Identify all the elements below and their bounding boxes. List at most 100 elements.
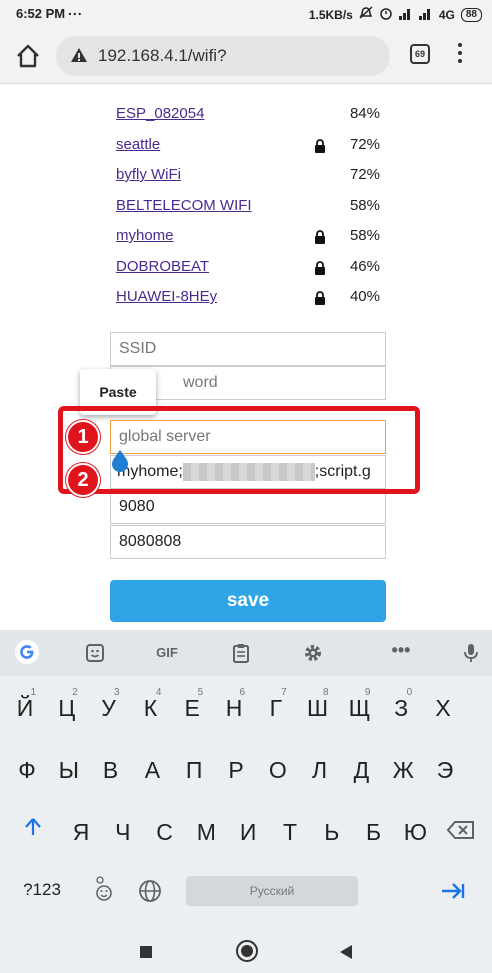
- home-nav-icon[interactable]: [236, 940, 258, 962]
- key-hint: 1: [30, 687, 36, 698]
- key[interactable]: В: [92, 746, 130, 794]
- key[interactable]: Т: [271, 808, 309, 856]
- wifi-network-row: BELTELECOM WIFI 58%: [116, 194, 386, 225]
- sticker-icon[interactable]: [82, 641, 108, 665]
- alarm-icon: [379, 6, 393, 23]
- key[interactable]: Х: [424, 684, 462, 732]
- shift-icon[interactable]: [22, 816, 44, 838]
- wifi-ssid-link[interactable]: HUAWEI-8HEy: [116, 288, 217, 305]
- key[interactable]: З0: [382, 684, 420, 732]
- network-type: 4G: [438, 7, 455, 22]
- microphone-icon[interactable]: [458, 641, 484, 665]
- warning-icon[interactable]: [70, 47, 88, 63]
- wifi-ssid-link[interactable]: BELTELECOM WIFI: [116, 197, 252, 214]
- status-more-icon: ...: [68, 2, 83, 18]
- lock-icon: [315, 260, 325, 275]
- key[interactable]: Ф: [8, 746, 46, 794]
- ssid-input[interactable]: SSID: [110, 332, 386, 366]
- status-bar: 6:52 PM ... 1.5KB/s 4G 88: [0, 0, 492, 28]
- symbols-key[interactable]: ?123: [16, 866, 68, 914]
- wifi-ssid-link[interactable]: byfly WiFi: [116, 166, 181, 183]
- id-input[interactable]: 8080808: [110, 525, 386, 559]
- key-label: У: [101, 695, 116, 721]
- key[interactable]: Б: [355, 808, 393, 856]
- wifi-network-row: DOBROBEAT 46%: [116, 255, 386, 286]
- wifi-network-row: seattle 72%: [116, 133, 386, 164]
- wifi-signal-strength: 84%: [349, 105, 380, 122]
- port-input[interactable]: 9080: [110, 490, 386, 524]
- wifi-signal-strength: 46%: [349, 257, 380, 275]
- key-label: Е: [184, 695, 200, 721]
- back-icon[interactable]: [340, 945, 352, 959]
- key[interactable]: Ц2: [48, 684, 86, 732]
- address-bar[interactable]: 192.168.4.1/wifi?: [56, 36, 390, 76]
- key[interactable]: Е5: [173, 684, 211, 732]
- key[interactable]: М: [187, 808, 225, 856]
- key[interactable]: Ч: [104, 808, 142, 856]
- key[interactable]: Ж: [384, 746, 422, 794]
- tab-next-icon[interactable]: [440, 882, 466, 900]
- more-options-icon[interactable]: •••: [388, 641, 414, 665]
- annotation-badge-2: 2: [66, 463, 100, 497]
- key[interactable]: Г7: [257, 684, 295, 732]
- wifi-signal-strength: 58%: [349, 227, 380, 244]
- key[interactable]: Ш8: [299, 684, 337, 732]
- url-text[interactable]: 192.168.4.1/wifi?: [98, 46, 227, 66]
- key[interactable]: У3: [90, 684, 128, 732]
- recents-icon[interactable]: [140, 946, 152, 958]
- status-speed: 1.5KB/s: [308, 7, 353, 22]
- key-hint: 9: [364, 687, 371, 698]
- more-menu-icon[interactable]: [454, 43, 466, 67]
- key[interactable]: Я: [62, 808, 100, 856]
- key[interactable]: П: [175, 746, 213, 794]
- key[interactable]: К4: [131, 684, 169, 732]
- wifi-ssid-link[interactable]: myhome: [116, 227, 174, 244]
- key-hint: 4: [155, 687, 162, 698]
- globe-icon[interactable]: [138, 879, 162, 903]
- key[interactable]: Й1: [6, 684, 44, 732]
- key[interactable]: Щ9: [340, 684, 378, 732]
- lock-icon: [315, 230, 325, 244]
- mute-icon: [359, 6, 373, 23]
- save-button[interactable]: save: [110, 580, 386, 622]
- key-hint: 3: [114, 687, 120, 698]
- home-icon[interactable]: [14, 42, 42, 70]
- key-hint: 8: [323, 687, 329, 698]
- wifi-ssid-link[interactable]: DOBROBEAT: [116, 258, 209, 275]
- key[interactable]: Р: [217, 746, 255, 794]
- key-hint: 2: [72, 687, 78, 698]
- key[interactable]: И: [229, 808, 267, 856]
- highlight-box: [58, 406, 420, 494]
- wifi-signal-strength: 40%: [349, 288, 380, 305]
- key[interactable]: Ю: [396, 808, 434, 856]
- key[interactable]: Ы: [50, 746, 88, 794]
- status-indicators: 1.5KB/s 4G 88: [309, 6, 482, 23]
- key[interactable]: А: [133, 746, 171, 794]
- wifi-ssid-link[interactable]: seattle: [116, 136, 160, 153]
- clipboard-icon[interactable]: [228, 641, 254, 665]
- space-key[interactable]: Русский: [186, 876, 358, 906]
- key-label: Ш: [307, 695, 329, 721]
- backspace-icon[interactable]: [446, 820, 476, 840]
- key[interactable]: Э: [426, 746, 464, 794]
- wifi-signal-strength: 58%: [349, 196, 380, 214]
- wifi-ssid-link[interactable]: ESP_082054: [116, 105, 204, 122]
- key[interactable]: Ь: [313, 808, 351, 856]
- annotation-badge-1: 1: [66, 420, 100, 454]
- key[interactable]: С: [146, 808, 184, 856]
- gif-icon[interactable]: GIF: [150, 641, 184, 665]
- key-label: Щ: [348, 695, 371, 721]
- key-label: Г: [269, 695, 283, 721]
- battery-icon: 88: [460, 7, 482, 22]
- key[interactable]: Л: [301, 746, 339, 794]
- emoji-icon[interactable]: [94, 876, 114, 902]
- soft-keyboard: GIF ••• Й1Ц2У3К4Е5Н6Г7Ш8Щ9З0Х ФЫВАПРОЛДЖ…: [0, 630, 492, 930]
- key-hint: 0: [406, 687, 413, 698]
- key[interactable]: Н6: [215, 684, 253, 732]
- key[interactable]: Д: [342, 746, 380, 794]
- wifi-network-row: myhome 58%: [116, 224, 386, 255]
- tabs-count-icon[interactable]: 69: [410, 44, 430, 64]
- key[interactable]: О: [259, 746, 297, 794]
- settings-gear-icon[interactable]: [300, 641, 326, 665]
- google-icon[interactable]: [14, 640, 40, 664]
